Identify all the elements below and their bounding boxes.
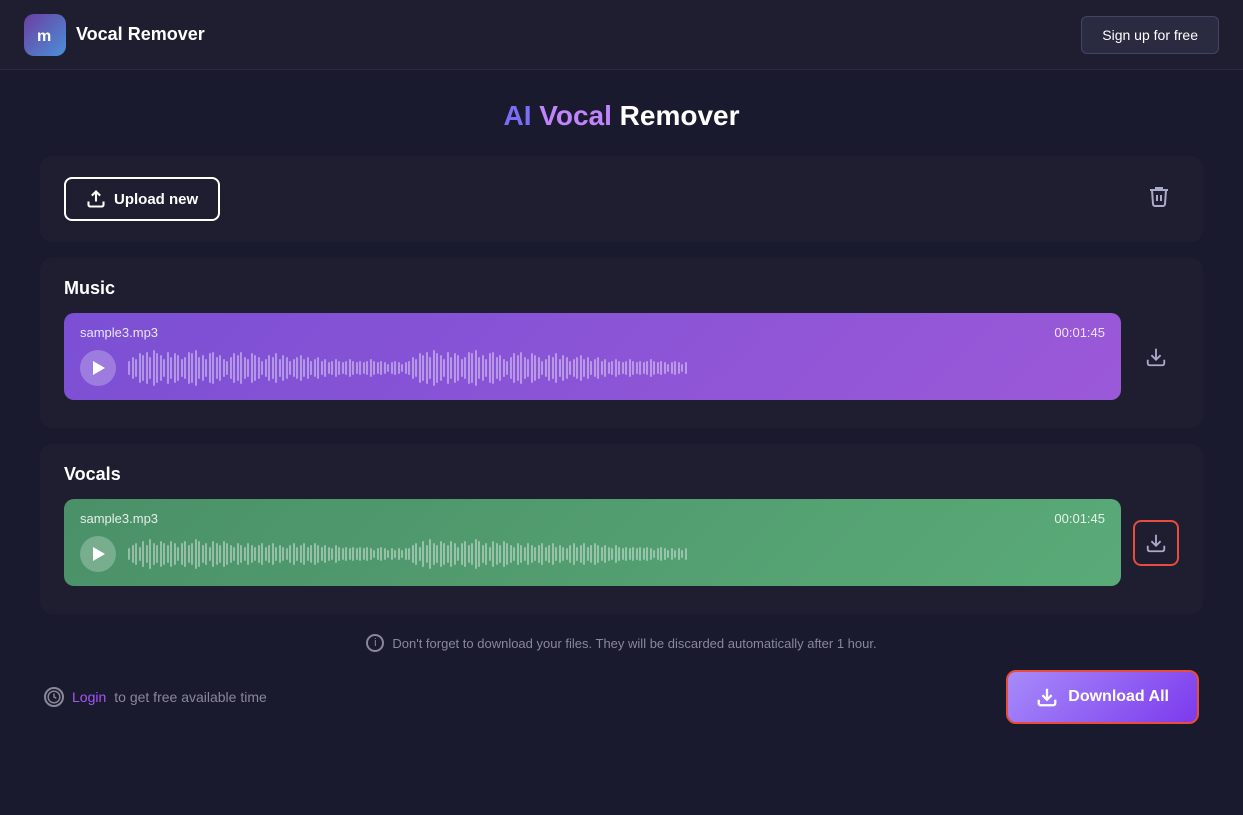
upload-button[interactable]: Upload new: [64, 177, 220, 221]
login-hint: Login to get free available time: [44, 687, 267, 707]
upload-icon: [86, 189, 106, 209]
page-title-ai: AI: [503, 100, 531, 131]
info-icon: i: [366, 634, 384, 652]
music-filename: sample3.mp3: [80, 325, 158, 340]
music-section-label: Music: [64, 278, 1179, 299]
app-title: Vocal Remover: [76, 24, 205, 45]
page-title: AI Vocal Remover: [40, 100, 1203, 132]
logo-icon: m: [24, 14, 66, 56]
login-link[interactable]: Login: [72, 689, 106, 705]
music-player: sample3.mp3 00:01:45: [64, 313, 1121, 400]
header: m Vocal Remover Sign up for free: [0, 0, 1243, 70]
vocals-download-button[interactable]: [1133, 520, 1179, 566]
upload-card: Upload new: [40, 156, 1203, 242]
music-player-row: sample3.mp3 00:01:45: [64, 313, 1179, 400]
delete-button[interactable]: [1139, 176, 1179, 222]
bottom-bar: Login to get free available time Downloa…: [40, 670, 1203, 724]
music-duration: 00:01:45: [1054, 325, 1105, 340]
main-content: AI Vocal Remover Upload new: [0, 70, 1243, 754]
signup-button[interactable]: Sign up for free: [1081, 16, 1219, 54]
vocals-filename: sample3.mp3: [80, 511, 158, 526]
upload-bar: Upload new: [64, 176, 1179, 222]
page-title-remover: Remover: [620, 100, 740, 131]
music-play-button[interactable]: [80, 350, 116, 386]
vocals-duration: 00:01:45: [1054, 511, 1105, 526]
vocals-player: sample3.mp3 00:01:45: [64, 499, 1121, 586]
vocals-waveform: [128, 534, 1105, 574]
music-download-button[interactable]: [1133, 334, 1179, 380]
play-icon: [93, 361, 105, 375]
download-icon-vocals: [1145, 532, 1167, 554]
download-all-icon: [1036, 686, 1058, 708]
vocals-section-label: Vocals: [64, 464, 1179, 485]
music-controls: [80, 348, 1105, 388]
login-hint-text: to get free available time: [114, 689, 267, 705]
vocals-controls: [80, 534, 1105, 574]
vocals-play-button[interactable]: [80, 536, 116, 572]
info-message: Don't forget to download your files. The…: [392, 636, 876, 651]
music-waveform: [128, 348, 1105, 388]
vocals-section-card: Vocals sample3.mp3 00:01:45: [40, 444, 1203, 614]
vocals-player-row: sample3.mp3 00:01:45: [64, 499, 1179, 586]
download-all-button[interactable]: Download All: [1006, 670, 1199, 724]
download-icon: [1145, 346, 1167, 368]
trash-icon: [1147, 184, 1171, 208]
info-bar: i Don't forget to download your files. T…: [40, 634, 1203, 652]
timer-icon: [44, 687, 64, 707]
play-icon-vocals: [93, 547, 105, 561]
download-all-label: Download All: [1068, 688, 1169, 706]
page-title-vocal: Vocal: [539, 100, 612, 131]
music-section-card: Music sample3.mp3 00:01:45: [40, 258, 1203, 428]
svg-text:m: m: [37, 28, 51, 45]
header-left: m Vocal Remover: [24, 14, 205, 56]
